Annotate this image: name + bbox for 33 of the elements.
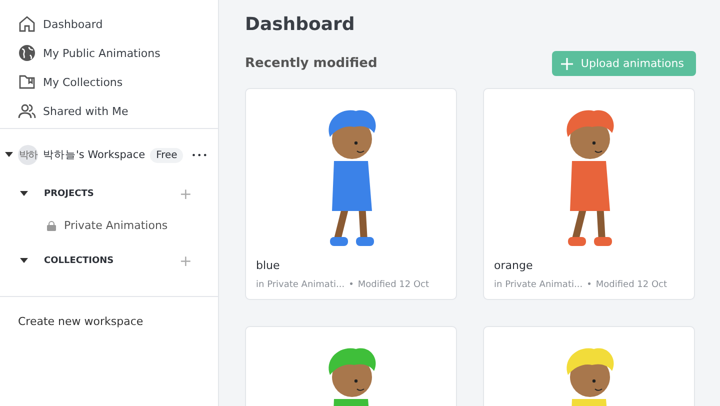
card-location: in Private Animati... bbox=[256, 280, 345, 290]
card-title: blue bbox=[256, 259, 281, 272]
animation-card[interactable]: blue in Private Animati... • Modified 12 Oct bbox=[245, 88, 457, 300]
section-heading: PROJECTS bbox=[44, 189, 95, 199]
folder-icon bbox=[18, 73, 36, 91]
people-icon bbox=[18, 102, 36, 120]
create-workspace-link[interactable]: Create new workspace bbox=[0, 297, 218, 346]
separator-dot: • bbox=[586, 280, 592, 290]
card-modified: Modified 12 Oct bbox=[358, 280, 430, 290]
globe-icon bbox=[18, 44, 36, 62]
sidebar-item[interactable]: My Public Animations bbox=[18, 44, 218, 62]
workspace-name[interactable]: 박하늘's Workspace bbox=[43, 148, 146, 162]
card-location: in Private Animati... bbox=[494, 280, 583, 290]
sidebar-item[interactable]: Dashboard bbox=[18, 15, 218, 33]
section-heading: COLLECTIONS bbox=[44, 256, 115, 266]
card-modified: Modified 12 Oct bbox=[596, 280, 668, 290]
workspace-avatar: 박하 bbox=[18, 145, 38, 165]
section-title: Recently modified bbox=[245, 56, 378, 71]
sidebar-item[interactable]: Shared with Me bbox=[18, 102, 218, 120]
sidebar-item[interactable]: My Collections bbox=[18, 73, 218, 91]
plus-icon bbox=[560, 58, 573, 70]
caret-icon[interactable] bbox=[20, 191, 28, 197]
sidebar-item[interactable]: Private Animations bbox=[0, 219, 218, 232]
plan-badge: Free bbox=[150, 148, 184, 162]
caret-icon[interactable] bbox=[5, 152, 13, 158]
animation-card[interactable]: orange in Private Animati... • Modified 12 Oct bbox=[483, 88, 695, 300]
caret-icon[interactable] bbox=[20, 258, 28, 264]
card-title: orange bbox=[494, 259, 534, 272]
lock-icon bbox=[47, 220, 56, 230]
home-icon bbox=[18, 15, 36, 33]
more-button[interactable]: ••• bbox=[191, 150, 208, 160]
separator-dot: • bbox=[348, 280, 354, 290]
page-title: Dashboard bbox=[245, 14, 356, 35]
